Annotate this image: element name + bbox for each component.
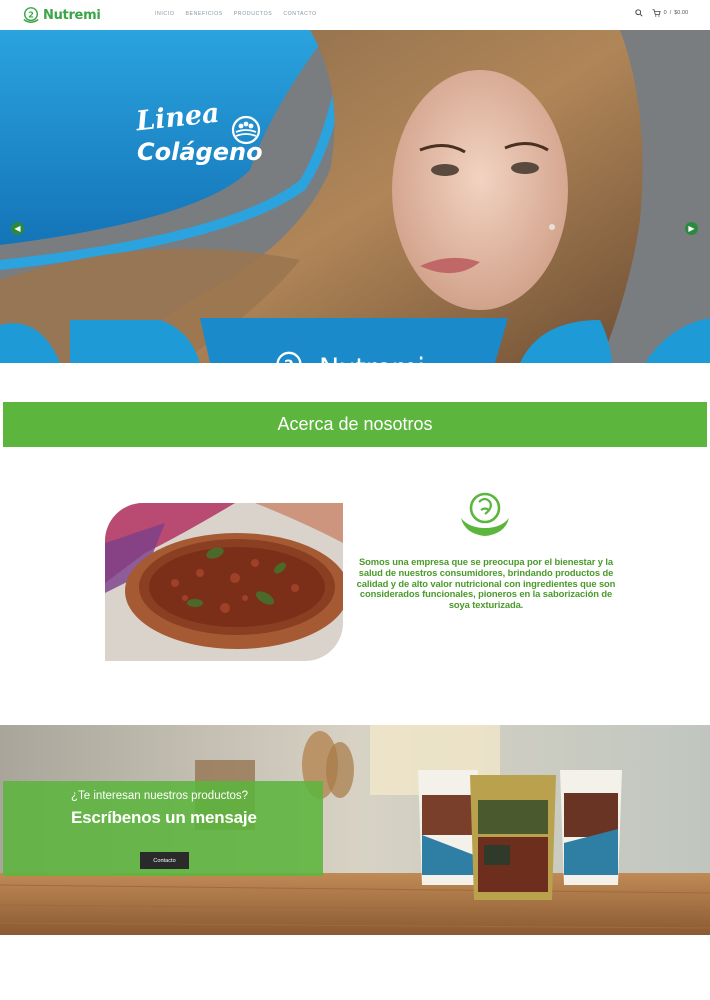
slider-next-button[interactable]: ▶ xyxy=(685,222,698,235)
svg-text:2: 2 xyxy=(284,358,294,363)
chevron-left-icon: ◀ xyxy=(14,224,21,233)
hero-brand-icon: 2 xyxy=(276,351,302,363)
cta-panel: ¿Te interesan nuestros productos? Escríb… xyxy=(3,781,323,876)
hero-background-image xyxy=(0,30,710,363)
contact-cta-banner: ¿Te interesan nuestros productos? Escríb… xyxy=(0,725,710,935)
hero-brand-text: Nutremi xyxy=(319,353,425,364)
hero-brand-logo: 2 Nutremi ® xyxy=(265,349,431,363)
site-header: 2 Nutremi INICIO BENEFICIOS PRODUCTOS CO… xyxy=(0,0,710,30)
about-food-image xyxy=(105,503,343,661)
logo-text: Nutremi xyxy=(43,7,101,23)
brand-hands-icon xyxy=(461,492,509,536)
hero-title-line2: Colágeno xyxy=(137,138,263,166)
search-icon[interactable] xyxy=(634,9,643,17)
main-nav: INICIO BENEFICIOS PRODUCTOS CONTACTO xyxy=(155,11,317,17)
cart-total: $0.00 xyxy=(674,10,688,16)
cart-icon xyxy=(652,9,661,17)
cta-question: ¿Te interesan nuestros productos? xyxy=(71,790,249,802)
cta-heading: Escríbenos un mensaje xyxy=(71,808,257,827)
header-actions: 0 / $0.00 xyxy=(634,9,688,17)
slider-prev-button[interactable]: ◀ xyxy=(11,222,24,235)
nav-item-productos[interactable]: PRODUCTOS xyxy=(234,11,272,17)
nav-item-beneficios[interactable]: BENEFICIOS xyxy=(185,11,222,17)
hero-slider: Linea Colágeno ◀ ▶ 2 Nutremi ® xyxy=(0,30,710,363)
about-heading-bar: Acerca de nosotros xyxy=(3,402,707,447)
nav-item-contacto[interactable]: CONTACTO xyxy=(283,11,316,17)
about-description: Somos una empresa que se preocupa por el… xyxy=(356,556,616,610)
food-illustration xyxy=(105,503,343,661)
logo-icon: 2 xyxy=(23,7,39,23)
cart-separator: / xyxy=(669,10,672,16)
cart-button[interactable]: 0 / $0.00 xyxy=(652,9,688,17)
logo-link[interactable]: 2 Nutremi xyxy=(22,4,101,26)
product-pouches xyxy=(418,770,622,900)
about-heading: Acerca de nosotros xyxy=(277,414,433,434)
contact-button[interactable]: Contacto xyxy=(140,852,189,869)
svg-text:2: 2 xyxy=(28,9,34,19)
chevron-right-icon: ▶ xyxy=(688,224,695,233)
cart-count: 0 xyxy=(663,10,667,16)
nav-item-inicio[interactable]: INICIO xyxy=(155,11,174,17)
